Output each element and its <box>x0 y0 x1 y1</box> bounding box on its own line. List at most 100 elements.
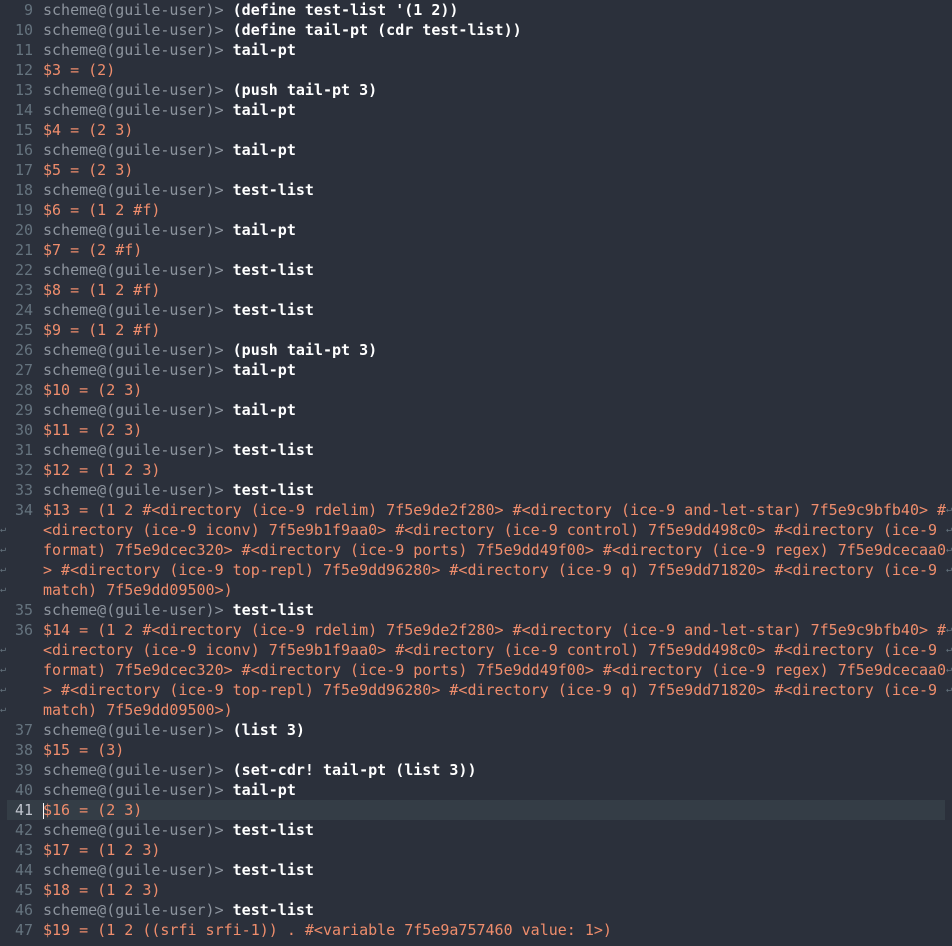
line-number: 47 <box>14 921 33 939</box>
repl-output: $6 = (1 2 #f) <box>43 201 161 219</box>
editor-line[interactable]: 29 scheme@(guile-user)> tail-pt <box>0 400 952 420</box>
line-number: 40 <box>14 781 33 799</box>
repl-prompt: scheme@(guile-user)> <box>43 81 233 99</box>
editor-line[interactable]: 45 $18 = (1 2 3) <box>0 880 952 900</box>
editor-line[interactable]: 27 scheme@(guile-user)> tail-pt <box>0 360 952 380</box>
line-number: 19 <box>14 201 33 219</box>
editor-line[interactable]: 25 $9 = (1 2 #f) <box>0 320 952 340</box>
editor-line[interactable]: 43 $17 = (1 2 3) <box>0 840 952 860</box>
editor-line[interactable]: 39 scheme@(guile-user)> (set-cdr! tail-pt… <box>0 760 952 780</box>
editor-line[interactable]: 11 scheme@(guile-user)> tail-pt <box>0 40 952 60</box>
line-number: 26 <box>14 341 33 359</box>
wrap-continuation-icon: ↵ <box>0 644 7 655</box>
editor-line[interactable]: 9 scheme@(guile-user)> (define test-list … <box>0 0 952 20</box>
editor-line[interactable]: 23 $8 = (1 2 #f) <box>0 280 952 300</box>
repl-command: (push tail-pt 3) <box>232 81 378 99</box>
line-number: 45 <box>14 881 33 899</box>
editor-line[interactable]: 28 $10 = (2 3) <box>0 380 952 400</box>
line-number: 44 <box>14 861 33 879</box>
editor-line[interactable]: 21 $7 = (2 #f) <box>0 240 952 260</box>
editor-line[interactable]: 36 ↵ $14 = (1 2 #<directory (ice-9 rdelim)… <box>0 620 952 640</box>
editor-line[interactable]: 16 scheme@(guile-user)> tail-pt <box>0 140 952 160</box>
editor-line[interactable]: 42 scheme@(guile-user)> test-list <box>0 820 952 840</box>
editor-line[interactable]: 37 scheme@(guile-user)> (list 3) <box>0 720 952 740</box>
editor-line[interactable]: 22 scheme@(guile-user)> test-list <box>0 260 952 280</box>
editor-line[interactable]: 44 scheme@(guile-user)> test-list <box>0 860 952 880</box>
line-content: scheme@(guile-user)> tail-pt <box>43 100 296 120</box>
repl-command: (define tail-pt (cdr test-list)) <box>232 21 522 39</box>
repl-output: $5 = (2 3) <box>43 161 134 179</box>
repl-output: $17 = (1 2 3) <box>43 841 161 859</box>
repl-prompt: scheme@(guile-user)> <box>43 901 233 919</box>
line-number: 24 <box>14 301 33 319</box>
line-content: scheme@(guile-user)> (define tail-pt (cd… <box>43 20 522 40</box>
line-number: 17 <box>14 161 33 179</box>
line-number: 23 <box>14 281 33 299</box>
repl-prompt: scheme@(guile-user)> <box>43 401 233 419</box>
repl-editor[interactable]: 9 scheme@(guile-user)> (define test-list … <box>0 0 952 940</box>
line-number: 18 <box>14 181 33 199</box>
editor-line[interactable]: ↵ ↵ <directory (ice-9 iconv) 7f5e9b1f9aa0>… <box>0 640 952 660</box>
line-content: scheme@(guile-user)> test-list <box>43 860 314 880</box>
editor-line[interactable]: 18 scheme@(guile-user)> test-list <box>0 180 952 200</box>
repl-output: $3 = (2) <box>43 61 116 79</box>
editor-line[interactable]: 20 scheme@(guile-user)> tail-pt <box>0 220 952 240</box>
editor-line[interactable]: 31 scheme@(guile-user)> test-list <box>0 440 952 460</box>
repl-prompt: scheme@(guile-user)> <box>43 761 233 779</box>
editor-line[interactable]: ↵ ↵ format) 7f5e9dcec320> #<directory (ice… <box>0 660 952 680</box>
editor-line[interactable]: 26 scheme@(guile-user)> (push tail-pt 3) <box>0 340 952 360</box>
repl-prompt: scheme@(guile-user)> <box>43 341 233 359</box>
wrap-continuation-icon: ↵ <box>0 564 7 575</box>
line-number: 12 <box>14 61 33 79</box>
line-number: 39 <box>14 761 33 779</box>
editor-line[interactable]: 32 $12 = (1 2 3) <box>0 460 952 480</box>
repl-output: $7 = (2 #f) <box>43 241 143 259</box>
line-content: scheme@(guile-user)> (set-cdr! tail-pt (… <box>43 760 477 780</box>
repl-command: test-list <box>232 181 314 199</box>
editor-line[interactable]: 38 $15 = (3) <box>0 740 952 760</box>
current-line[interactable]: 41 $16 = (2 3) <box>7 800 945 820</box>
editor-line[interactable]: 19 $6 = (1 2 #f) <box>0 200 952 220</box>
repl-prompt: scheme@(guile-user)> <box>43 221 233 239</box>
wrap-continuation-icon: ↵ <box>0 684 7 695</box>
editor-line[interactable]: 33 scheme@(guile-user)> test-list <box>0 480 952 500</box>
repl-command: test-list <box>232 821 314 839</box>
editor-line[interactable]: ↵ ↵ format) 7f5e9dcec320> #<directory (ice… <box>0 540 952 560</box>
editor-line[interactable]: ↵ match) 7f5e9dd09500>) <box>0 700 952 720</box>
editor-line[interactable]: 24 scheme@(guile-user)> test-list <box>0 300 952 320</box>
line-number: 32 <box>14 461 33 479</box>
line-number: 11 <box>14 41 33 59</box>
editor-line[interactable]: ↵ match) 7f5e9dd09500>) <box>0 580 952 600</box>
editor-line[interactable]: 46 scheme@(guile-user)> test-list <box>0 900 952 920</box>
repl-output: $19 = (1 2 ((srfi srfi-1)) . #<variable … <box>43 921 612 939</box>
repl-command: test-list <box>232 301 314 319</box>
editor-line[interactable]: 35 scheme@(guile-user)> test-list <box>0 600 952 620</box>
editor-line[interactable]: 34 ↵ $13 = (1 2 #<directory (ice-9 rdelim)… <box>0 500 952 520</box>
editor-line[interactable]: 30 $11 = (2 3) <box>0 420 952 440</box>
repl-output: $16 = (2 3) <box>43 800 142 820</box>
editor-line[interactable]: ↵ ↵ <directory (ice-9 iconv) 7f5e9b1f9aa0>… <box>0 520 952 540</box>
repl-command: tail-pt <box>232 221 296 239</box>
line-number: 31 <box>14 441 33 459</box>
repl-prompt: scheme@(guile-user)> <box>43 141 233 159</box>
editor-line[interactable]: 47 $19 = (1 2 ((srfi srfi-1)) . #<variabl… <box>0 920 952 940</box>
repl-output: $4 = (2 3) <box>43 121 134 139</box>
editor-line[interactable]: 13 scheme@(guile-user)> (push tail-pt 3) <box>0 80 952 100</box>
line-number: 36 <box>14 621 33 639</box>
repl-prompt: scheme@(guile-user)> <box>43 101 233 119</box>
repl-output: $13 = (1 2 #<directory (ice-9 rdelim) 7f… <box>43 501 947 519</box>
line-content: scheme@(guile-user)> test-list <box>43 480 314 500</box>
repl-output: $9 = (1 2 #f) <box>43 321 161 339</box>
wrap-continuation-icon: ↵ <box>0 704 7 715</box>
editor-line[interactable]: 14 scheme@(guile-user)> tail-pt <box>0 100 952 120</box>
editor-line[interactable]: 12 $3 = (2) <box>0 60 952 80</box>
editor-line[interactable]: 17 $5 = (2 3) <box>0 160 952 180</box>
repl-output: match) 7f5e9dd09500>) <box>43 581 233 599</box>
editor-line[interactable]: ↵ ↵ > #<directory (ice-9 top-repl) 7f5e9dd… <box>0 680 952 700</box>
line-number: 20 <box>14 221 33 239</box>
editor-line[interactable]: 15 $4 = (2 3) <box>0 120 952 140</box>
editor-line[interactable]: 40 scheme@(guile-user)> tail-pt <box>0 780 952 800</box>
editor-line[interactable]: 10 scheme@(guile-user)> (define tail-pt (… <box>0 20 952 40</box>
editor-line[interactable]: ↵ ↵ > #<directory (ice-9 top-repl) 7f5e9dd… <box>0 560 952 580</box>
line-content: scheme@(guile-user)> test-list <box>43 820 314 840</box>
